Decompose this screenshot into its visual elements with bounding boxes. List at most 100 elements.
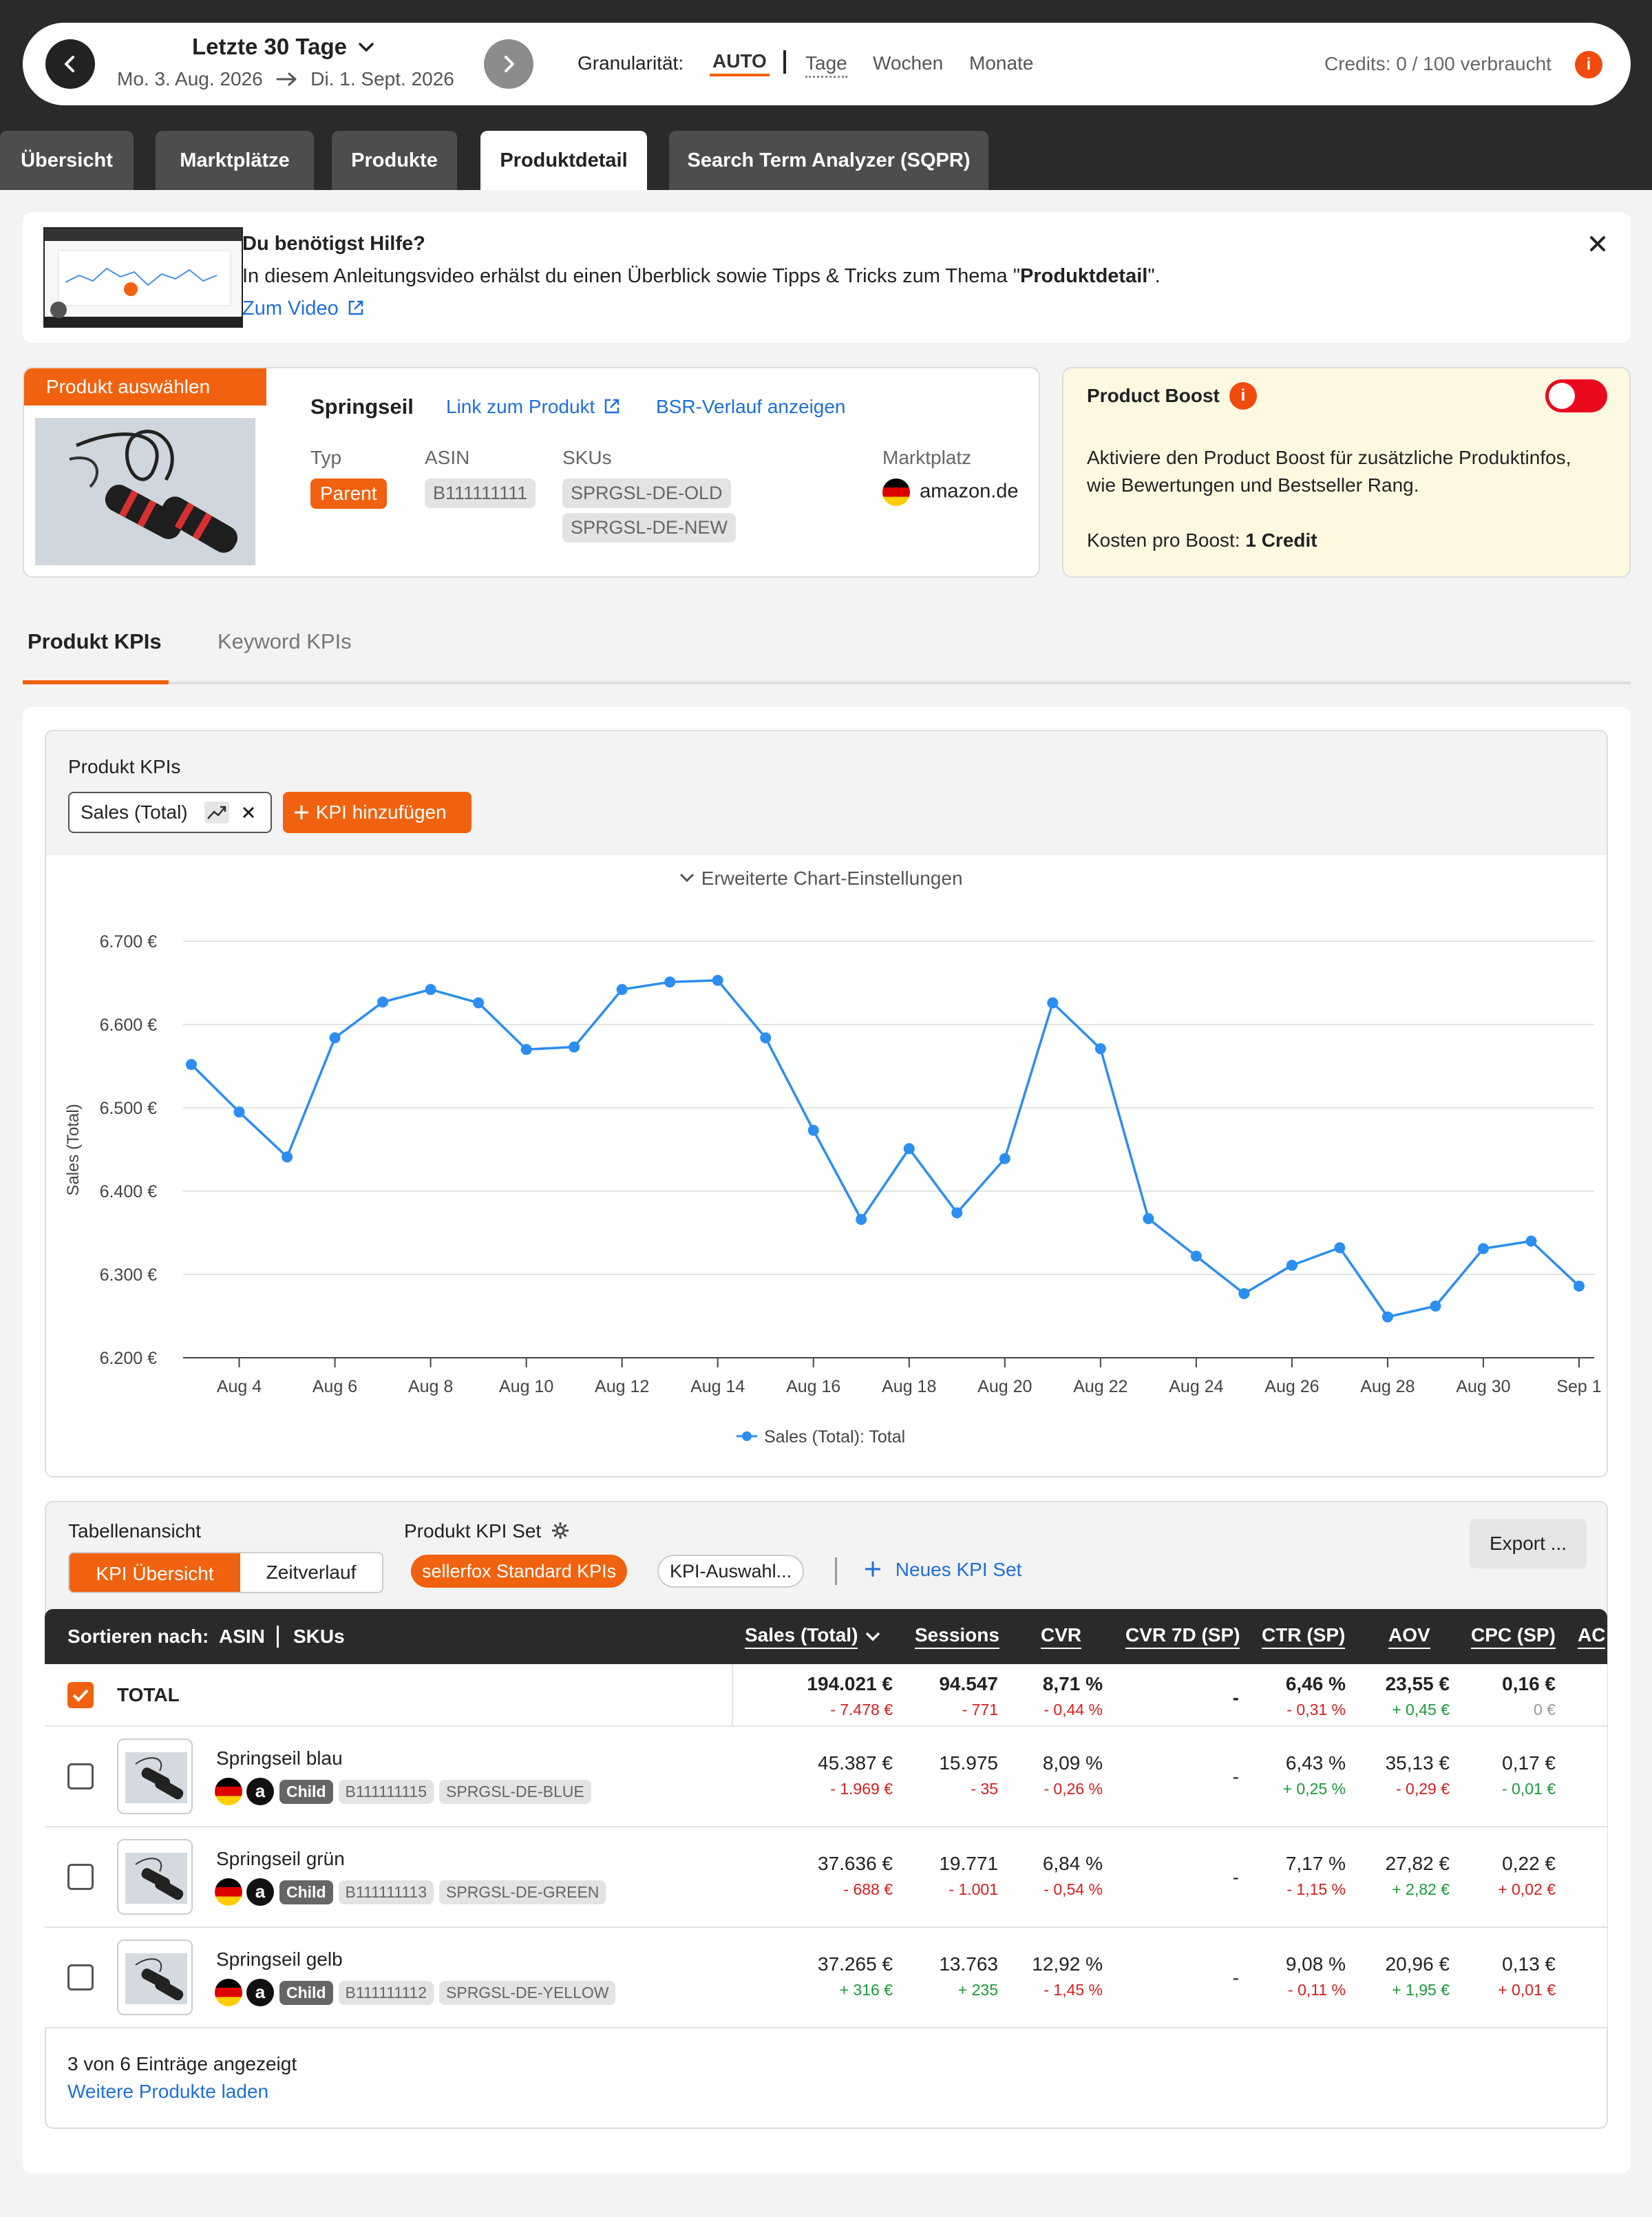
- tab-keyword-kpis[interactable]: Keyword KPIs: [218, 629, 352, 654]
- advanced-settings-toggle[interactable]: Erweiterte Chart-Einstellungen: [678, 868, 963, 890]
- chart-legend[interactable]: Sales (Total): Total: [737, 1427, 905, 1447]
- granularity-days[interactable]: Tage: [805, 52, 847, 78]
- granularity-months[interactable]: Monate: [969, 52, 1033, 74]
- col-sales-total[interactable]: Sales (Total): [745, 1609, 882, 1664]
- data-point[interactable]: [1574, 1280, 1585, 1292]
- col-label: CVR 7D (SP): [1125, 1624, 1240, 1649]
- asin-chip: B111111115: [338, 1779, 434, 1804]
- add-kpi-button[interactable]: KPI hinzufügen: [283, 792, 472, 833]
- bsr-link[interactable]: BSR-Verlauf anzeigen: [656, 396, 846, 418]
- cell-main: -: [1232, 1766, 1239, 1787]
- col-ac[interactable]: AC: [1578, 1609, 1605, 1664]
- sort-asin-label: ASIN: [219, 1626, 265, 1647]
- sort-asin[interactable]: ASIN: [219, 1609, 265, 1664]
- new-kpi-set-button[interactable]: Neues KPI Set: [862, 1559, 1021, 1581]
- granularity-auto[interactable]: AUTO: [710, 50, 770, 76]
- view-timeline[interactable]: Zeitverlauf: [240, 1553, 382, 1592]
- previous-period-button[interactable]: [45, 39, 95, 89]
- data-point[interactable]: [760, 1032, 772, 1044]
- next-period-button[interactable]: [484, 39, 533, 89]
- tab-produkte[interactable]: Produkte: [332, 131, 457, 190]
- data-point[interactable]: [951, 1207, 963, 1219]
- data-point[interactable]: [999, 1153, 1010, 1164]
- cell-delta: - 0,54 %: [1044, 1880, 1103, 1898]
- data-point[interactable]: [1143, 1212, 1154, 1224]
- plus-icon: [865, 1562, 880, 1577]
- view-kpi-overview[interactable]: KPI Übersicht: [70, 1553, 240, 1592]
- trend-icon[interactable]: [204, 801, 229, 823]
- kpi-chip[interactable]: Sales (Total): [68, 792, 272, 833]
- tab-uebersicht[interactable]: Übersicht: [0, 131, 134, 190]
- tab-produktdetail[interactable]: Produktdetail: [480, 131, 647, 190]
- row-product-name[interactable]: Springseil gelb: [216, 1948, 343, 1971]
- col-sessions[interactable]: Sessions: [915, 1609, 999, 1664]
- col-aov[interactable]: AOV: [1388, 1609, 1430, 1664]
- data-point[interactable]: [1525, 1235, 1537, 1247]
- boost-info-icon[interactable]: i: [1229, 382, 1257, 410]
- data-point[interactable]: [1190, 1250, 1202, 1262]
- close-icon[interactable]: [1584, 230, 1611, 258]
- data-point[interactable]: [856, 1214, 867, 1226]
- data-point[interactable]: [664, 976, 676, 988]
- data-point[interactable]: [1381, 1311, 1393, 1323]
- tab-label: Produktdetail: [500, 149, 628, 171]
- row-checkbox[interactable]: [67, 1964, 94, 1990]
- boost-text-1: Aktiviere den Product Boost für zusätzli…: [1087, 447, 1571, 468]
- cell-main: -: [1232, 1967, 1239, 1988]
- remove-icon[interactable]: [240, 804, 257, 821]
- row-checkbox[interactable]: [67, 1864, 94, 1890]
- tab-sqpr[interactable]: Search Term Analyzer (SQPR): [669, 131, 988, 190]
- data-point[interactable]: [473, 997, 485, 1009]
- kpi-set-standard[interactable]: sellerfox Standard KPIs: [411, 1555, 628, 1588]
- data-point[interactable]: [377, 996, 389, 1008]
- help-title: Du benötigst Hilfe?: [242, 233, 425, 255]
- cell-delta: + 0,45 €: [1392, 1701, 1450, 1719]
- period-dropdown[interactable]: Letzte 30 Tage: [192, 34, 375, 60]
- granularity-weeks[interactable]: Wochen: [873, 52, 943, 74]
- load-more-link[interactable]: Weitere Produkte laden: [67, 2081, 268, 2103]
- row-meta: a Child B111111113 SPRGSL-DE-GREEN: [215, 1878, 611, 1906]
- video-link[interactable]: Zum Video: [242, 297, 365, 320]
- cell-delta: - 35: [971, 1780, 998, 1798]
- data-point[interactable]: [186, 1059, 197, 1071]
- data-point[interactable]: [616, 984, 628, 996]
- data-point[interactable]: [329, 1032, 341, 1044]
- data-point[interactable]: [569, 1041, 580, 1053]
- data-point[interactable]: [233, 1106, 245, 1118]
- data-point[interactable]: [520, 1044, 532, 1055]
- data-point[interactable]: [1334, 1242, 1346, 1254]
- data-point[interactable]: [1238, 1288, 1250, 1299]
- tab-produkt-kpis[interactable]: Produkt KPIs: [23, 624, 169, 684]
- boost-toggle[interactable]: [1545, 379, 1607, 412]
- cell-value: 13.763 + 235: [939, 1953, 998, 1999]
- data-point[interactable]: [1430, 1300, 1441, 1312]
- gear-icon[interactable]: [551, 1521, 570, 1540]
- col-cvr[interactable]: CVR: [1041, 1609, 1082, 1664]
- data-point[interactable]: [1047, 997, 1059, 1009]
- total-checkbox[interactable]: [67, 1682, 94, 1708]
- germany-flag-icon: [215, 1979, 242, 2006]
- row-product-name[interactable]: Springseil blau: [216, 1747, 343, 1769]
- data-point[interactable]: [1477, 1243, 1489, 1254]
- data-point[interactable]: [282, 1151, 293, 1163]
- data-point[interactable]: [1286, 1259, 1298, 1271]
- export-button[interactable]: Export ...: [1470, 1519, 1587, 1568]
- data-point[interactable]: [425, 984, 436, 996]
- product-link[interactable]: Link zum Produkt: [446, 396, 621, 418]
- data-point[interactable]: [807, 1124, 819, 1136]
- video-thumbnail[interactable]: [43, 227, 243, 328]
- data-point[interactable]: [712, 974, 723, 986]
- select-product-button[interactable]: Produkt auswählen: [24, 368, 266, 406]
- data-point[interactable]: [903, 1143, 915, 1155]
- kpi-set-selection[interactable]: KPI-Auswahl...: [657, 1555, 805, 1588]
- tab-marktplaetze[interactable]: Marktplätze: [156, 131, 314, 190]
- row-product-name[interactable]: Springseil grün: [216, 1848, 345, 1870]
- col-cvr-7d[interactable]: CVR 7D (SP): [1125, 1609, 1240, 1664]
- col-cpc[interactable]: CPC (SP): [1471, 1609, 1556, 1664]
- x-tick-label: Aug 18: [882, 1377, 936, 1396]
- data-point[interactable]: [1094, 1043, 1106, 1055]
- sort-skus[interactable]: SKUs: [293, 1609, 345, 1664]
- row-checkbox[interactable]: [67, 1763, 94, 1789]
- col-ctr[interactable]: CTR (SP): [1262, 1609, 1346, 1664]
- info-icon[interactable]: i: [1575, 51, 1602, 78]
